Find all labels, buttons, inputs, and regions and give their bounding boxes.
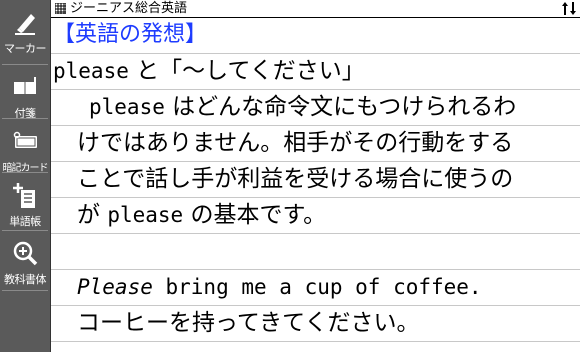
english-word: please bbox=[53, 59, 129, 83]
body-line: please はどんな命令文にもつけられるわ bbox=[89, 92, 516, 122]
sticky-note-icon bbox=[14, 77, 36, 94]
zoom-icon bbox=[13, 241, 38, 266]
ruled-line bbox=[51, 305, 580, 306]
marker-label: マーカー bbox=[4, 42, 47, 55]
text-segment: bring me a cup of coffee. bbox=[152, 275, 482, 299]
english-word: please bbox=[89, 95, 165, 119]
wordbook-add-icon bbox=[13, 183, 35, 208]
side-toolbar: マーカー 付箋 暗記カード 単語帳 教科書体 bbox=[0, 0, 51, 352]
text-segment: と「～してください」 bbox=[128, 58, 365, 84]
ruled-line bbox=[51, 125, 580, 126]
text-segment: はどんな命令文にもつけられるわ bbox=[164, 94, 517, 120]
marker-pen-icon bbox=[15, 14, 35, 35]
body-line: が please の基本です。 bbox=[77, 200, 326, 230]
example-sentence-english: Please bring me a cup of coffee. bbox=[77, 272, 482, 302]
english-word: please bbox=[107, 203, 184, 227]
textbook-font-label: 教科書体 bbox=[4, 273, 47, 286]
ruled-line bbox=[51, 233, 580, 234]
body-line: けではありません。相手がその行動をする bbox=[77, 130, 514, 156]
textbook-font-button[interactable]: 教科書体 bbox=[0, 231, 50, 297]
example-sentence-japanese: コーヒーを持ってきてください。 bbox=[77, 310, 420, 336]
emphasized-word: Please bbox=[77, 275, 153, 299]
book-title: ジーニアス総合英語 bbox=[70, 1, 188, 16]
subheading-line: please と「～してください」 bbox=[53, 56, 365, 86]
wordbook-label: 単語帳 bbox=[9, 215, 41, 228]
article-content: 【英語の発想】 please と「～してください」 please はどんな命令文… bbox=[51, 18, 580, 352]
body-line: ことで話し手が利益を受ける場合に使うの bbox=[77, 166, 514, 192]
title-bar: ジーニアス総合英語 bbox=[51, 0, 580, 18]
toolbar-divider bbox=[2, 290, 48, 291]
ruled-line bbox=[51, 89, 580, 90]
marker-button[interactable]: マーカー bbox=[0, 0, 50, 66]
text-segment: が bbox=[77, 202, 108, 228]
ruled-line bbox=[51, 269, 580, 270]
text-segment: の基本です。 bbox=[183, 202, 327, 228]
up-down-arrows-icon[interactable] bbox=[562, 1, 576, 16]
section-heading: 【英語の発想】 bbox=[53, 22, 208, 47]
flashcard-icon bbox=[13, 131, 37, 148]
ruled-line bbox=[51, 197, 580, 198]
ruled-line bbox=[51, 341, 580, 342]
grid-icon bbox=[55, 3, 66, 14]
ruled-line bbox=[51, 161, 580, 162]
ruled-line bbox=[51, 53, 580, 54]
